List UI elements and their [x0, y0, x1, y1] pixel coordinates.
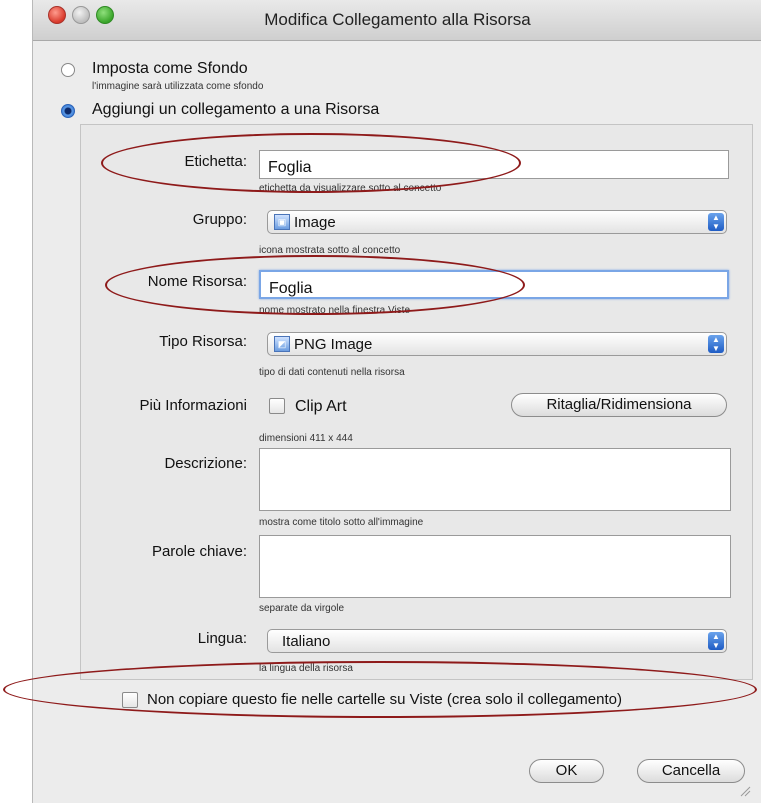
clipart-checkbox[interactable] [269, 398, 285, 414]
resource-type-field-hint: tipo di dati contenuti nella risorsa [259, 367, 405, 378]
annotation-ellipse-resource-name [105, 255, 525, 315]
group-select-value: Image [294, 214, 336, 231]
keywords-field-hint: separate da virgole [259, 603, 345, 614]
language-select-value: Italiano [282, 633, 331, 650]
description-textarea[interactable] [259, 448, 731, 511]
group-field-label: Gruppo: [192, 211, 247, 228]
window-title: Modifica Collegamento alla Risorsa [264, 10, 531, 29]
description-field-hint: mostra come titolo sotto all'immagine [259, 517, 424, 528]
ok-button[interactable]: OK [529, 759, 604, 783]
background-option-hint: l'immagine sarà utilizzata come sfondo [92, 81, 264, 92]
select-arrows-icon: ▲ ▼ [708, 632, 724, 650]
keywords-textarea[interactable] [259, 535, 731, 598]
group-select[interactable]: ▣ Image ▲ ▼ [267, 210, 727, 234]
cancel-button[interactable]: Cancella [637, 759, 745, 783]
title-bar: Modifica Collegamento alla Risorsa [33, 0, 761, 41]
annotation-ellipse-no-copy [3, 661, 757, 718]
resize-grip-icon[interactable] [739, 785, 751, 797]
background-radio[interactable] [61, 63, 75, 77]
language-select[interactable]: Italiano ▲ ▼ [267, 629, 727, 653]
link-resource-radio[interactable] [61, 104, 75, 118]
resource-type-select[interactable]: ◩ PNG Image ▲ ▼ [267, 332, 727, 356]
clipart-label: Clip Art [295, 398, 347, 415]
image-icon: ▣ [274, 214, 290, 230]
select-arrows-icon: ▲ ▼ [708, 213, 724, 231]
annotation-ellipse-label [101, 133, 521, 193]
resource-type-select-value: PNG Image [294, 336, 373, 353]
language-field-label: Lingua: [197, 630, 247, 647]
more-info-label: Più Informazioni [139, 397, 247, 414]
keywords-field-label: Parole chiave: [151, 543, 247, 560]
background-option-label: Imposta come Sfondo [92, 60, 248, 77]
crop-resize-button[interactable]: Ritaglia/Ridimensiona [511, 393, 727, 417]
png-file-icon: ◩ [274, 336, 290, 352]
link-option-label: Aggiungi un collegamento a una Risorsa [92, 101, 380, 118]
resource-link-group: Etichetta: Foglia etichetta da visualizz… [80, 124, 753, 680]
description-field-label: Descrizione: [164, 455, 247, 472]
select-arrows-icon: ▲ ▼ [708, 335, 724, 353]
resource-type-field-label: Tipo Risorsa: [159, 333, 247, 350]
dimensions-text: dimensioni 411 x 444 [259, 433, 353, 444]
